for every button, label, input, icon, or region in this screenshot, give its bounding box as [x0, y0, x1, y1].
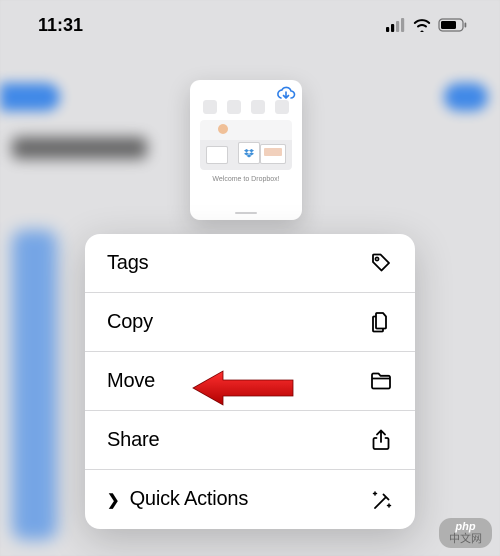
status-bar: 11:31 [0, 0, 500, 50]
watermark: php 中文网 [439, 518, 492, 548]
chevron-right-icon: ❯ [107, 491, 120, 509]
preview-handle [235, 212, 257, 215]
watermark-line2: 中文网 [449, 533, 482, 545]
cloud-download-icon [276, 86, 296, 102]
dropbox-icon [244, 149, 254, 158]
menu-label: Copy [107, 311, 153, 334]
folder-icon [369, 369, 393, 393]
menu-label: Tags [107, 252, 148, 275]
menu-item-copy[interactable]: Copy [85, 293, 415, 352]
tag-icon [369, 251, 393, 275]
preview-top-icons [198, 100, 294, 114]
menu-item-move[interactable]: Move [85, 352, 415, 411]
copy-icon [369, 310, 393, 334]
status-time: 11:31 [38, 15, 83, 36]
magic-icon [369, 488, 393, 512]
menu-label: Quick Actions [130, 488, 249, 511]
menu-label: Move [107, 370, 155, 393]
menu-item-tags[interactable]: Tags [85, 234, 415, 293]
context-menu: Tags Copy Move Share [85, 234, 415, 529]
watermark-line1: php [455, 521, 475, 533]
file-preview-card[interactable]: Welcome to Dropbox! [190, 80, 302, 220]
share-icon [369, 428, 393, 452]
preview-illustration [200, 120, 292, 170]
preview-caption: Welcome to Dropbox! [198, 176, 294, 183]
battery-icon [438, 18, 468, 32]
cellular-icon [386, 18, 406, 32]
menu-item-share[interactable]: Share [85, 411, 415, 470]
menu-label: Share [107, 429, 159, 452]
wifi-icon [412, 18, 432, 32]
status-icons [386, 18, 468, 32]
menu-item-quick-actions[interactable]: ❯ Quick Actions [85, 470, 415, 529]
